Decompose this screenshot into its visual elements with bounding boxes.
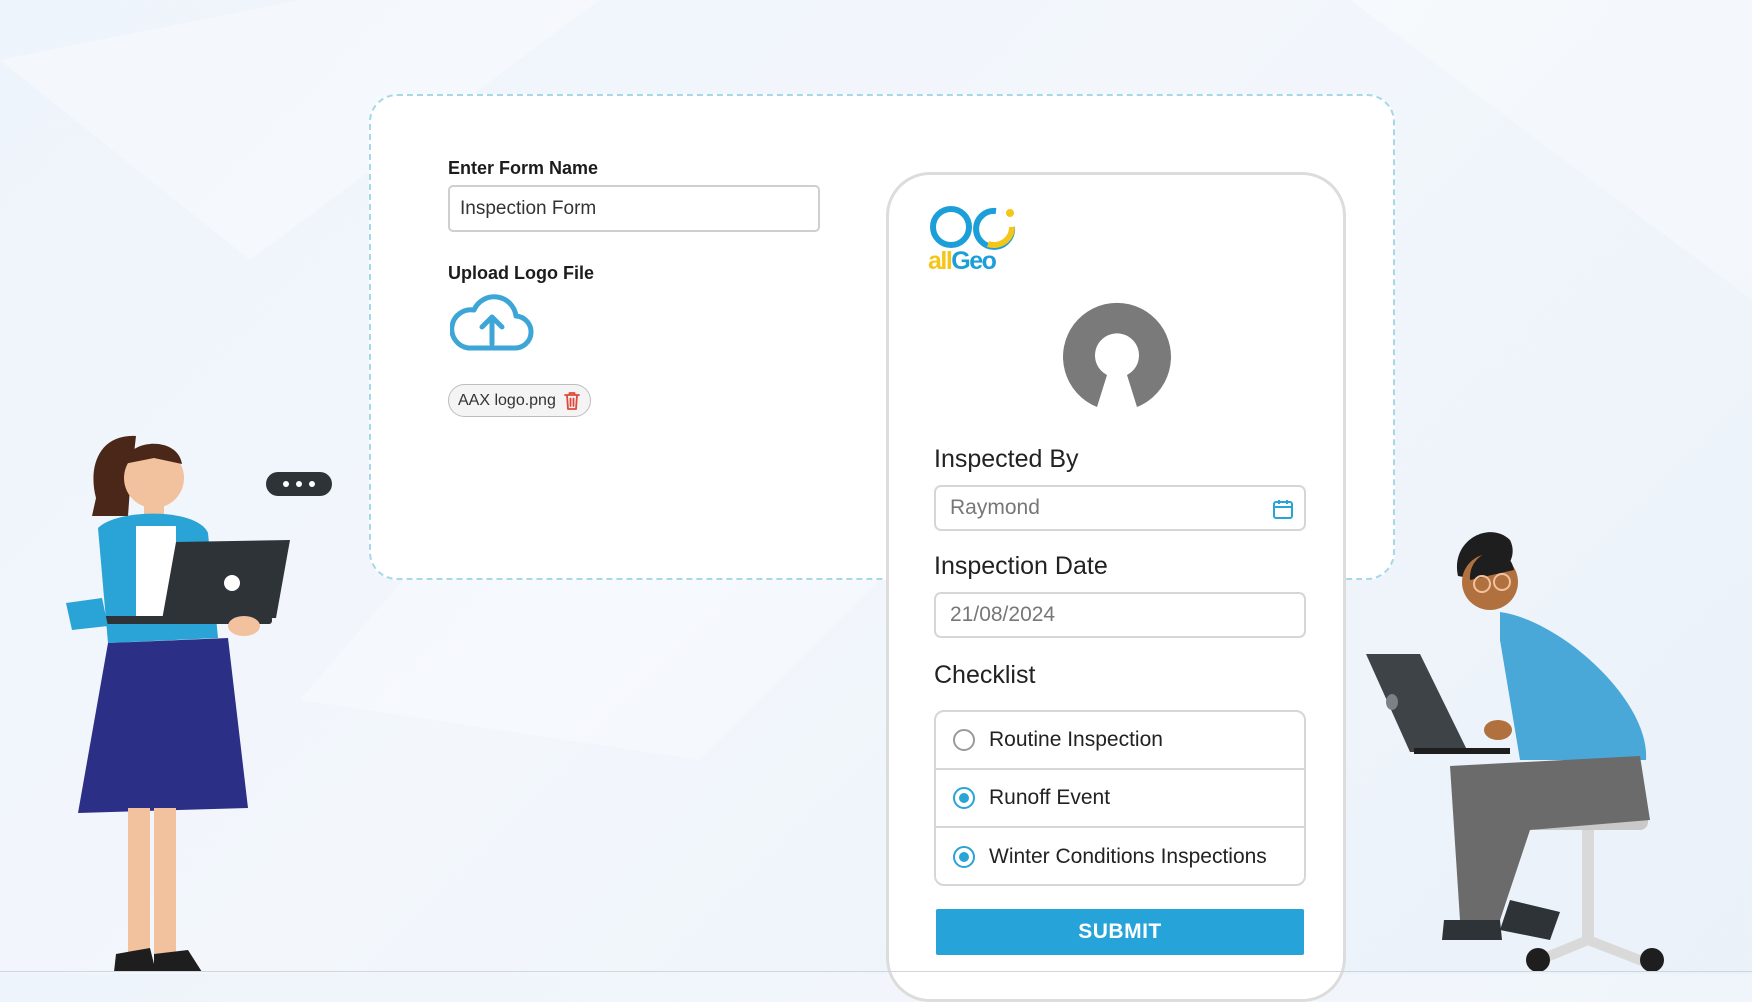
form-name-input[interactable] <box>448 185 820 232</box>
man-with-laptop-illustration <box>1366 532 1664 972</box>
trash-icon[interactable] <box>563 391 580 410</box>
woman-with-laptop-illustration <box>66 435 290 972</box>
allgeo-logo-text-geo: Geo <box>951 247 996 273</box>
inspection-date-input[interactable]: 21/08/2024 <box>934 592 1306 638</box>
inspection-date-value: 21/08/2024 <box>950 603 1056 626</box>
checklist-label: Checklist <box>934 661 1036 689</box>
submit-button[interactable]: SUBMIT <box>936 909 1304 955</box>
upload-logo-label: Upload Logo File <box>448 263 594 283</box>
allgeo-logo-text-all: all <box>928 247 952 273</box>
inspection-date-label: Inspection Date <box>934 552 1108 580</box>
checklist-item-label: Routine Inspection <box>989 728 1163 751</box>
upload-cloud-icon[interactable] <box>450 292 534 356</box>
checklist-group: Routine Inspection Runoff Event Winter C… <box>934 710 1306 886</box>
bottom-divider <box>0 971 1752 972</box>
form-preview-phone: allGeo Inspected By Raymond Inspection D… <box>886 172 1346 1002</box>
checklist-item-runoff-event[interactable]: Runoff Event <box>936 770 1304 828</box>
checklist-item-label: Runoff Event <box>989 786 1111 809</box>
uploaded-file-name: AAX logo.png <box>458 391 556 409</box>
checklist-item-routine-inspection[interactable]: Routine Inspection <box>936 712 1304 770</box>
radio-button[interactable] <box>953 729 975 751</box>
checklist-item-winter-conditions[interactable]: Winter Conditions Inspections <box>936 828 1304 884</box>
form-name-label: Enter Form Name <box>448 158 599 178</box>
radio-button[interactable] <box>953 846 975 868</box>
radio-button[interactable] <box>953 787 975 809</box>
inspected-by-value: Raymond <box>950 496 1040 519</box>
open-source-logo-icon <box>1063 302 1171 407</box>
more-dots-icon <box>266 472 332 496</box>
allgeo-logo: allGeo <box>928 206 1016 273</box>
uploaded-file-chip: AAX logo.png <box>448 384 591 417</box>
svg-text:allGeo: allGeo <box>928 247 997 273</box>
inspected-by-input[interactable]: Raymond <box>934 485 1306 531</box>
inspected-by-label: Inspected By <box>934 445 1079 473</box>
checklist-item-label: Winter Conditions Inspections <box>989 845 1267 868</box>
calendar-icon[interactable] <box>1272 498 1294 520</box>
